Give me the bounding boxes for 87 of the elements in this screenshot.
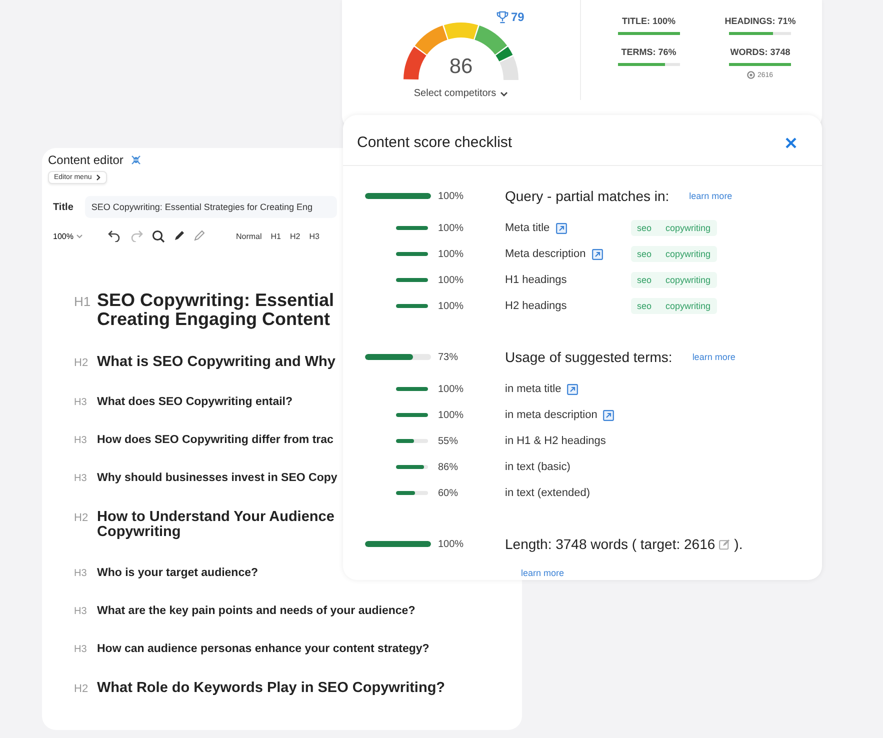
text-style-button[interactable]: Normal — [236, 232, 262, 240]
metric-label: HEADINGS: 71% — [724, 16, 796, 26]
heading-text: What does SEO Copywriting entail? — [97, 396, 293, 408]
keyword-tag: seo — [637, 301, 652, 311]
external-link-icon[interactable] — [567, 384, 578, 394]
percentage: 100% — [437, 300, 465, 312]
select-competitors-dropdown[interactable]: Select competitors — [412, 86, 510, 101]
keyword-tag: seo — [637, 223, 652, 233]
percentage: 100% — [437, 274, 465, 286]
pen-icon[interactable] — [174, 230, 185, 242]
text-style-button[interactable]: H1 — [270, 232, 282, 240]
percentage: 86% — [437, 462, 460, 472]
text-style-button[interactable]: H2 — [290, 232, 300, 240]
heading-level-tag: H2 — [74, 512, 91, 524]
checklist-item-label: in text (extended) — [505, 487, 590, 499]
checklist-item-label: in text (basic) — [505, 461, 570, 473]
percentage: 60% — [437, 488, 460, 498]
learn-more-link[interactable]: learn more — [692, 352, 736, 362]
heading-text: How can audience personas enhance your content strategy? — [97, 642, 430, 655]
heading-text: What Role do Keywords Play in SEO Copywriting? — [97, 680, 446, 696]
search-icon[interactable] — [152, 230, 165, 242]
heading-level-tag: H2 — [74, 356, 91, 369]
section-heading-end: ). — [734, 536, 743, 552]
heading-text: Who is your target audience? — [97, 566, 258, 579]
heading-text: Why should businesses invest in SEO Copy — [97, 472, 338, 484]
heading-level-tag: H3 — [74, 606, 91, 617]
heading-text: How does SEO Copywriting differ from trac — [97, 434, 334, 446]
heading-level-tag: H3 — [74, 473, 91, 484]
keyword-tag: seo — [637, 249, 652, 259]
percentage: 100% — [437, 538, 465, 550]
undo-icon[interactable] — [108, 230, 121, 242]
checklist-item-label: H2 headings — [505, 300, 567, 312]
keyword-tag: copywriting — [666, 249, 711, 259]
percentage: 100% — [437, 222, 465, 234]
collapse-icon[interactable] — [131, 155, 142, 165]
percentage: 73% — [437, 352, 460, 362]
text-style-button[interactable]: H3 — [309, 232, 320, 240]
external-link-icon[interactable] — [556, 222, 567, 234]
keyword-tag: seo — [637, 275, 652, 285]
checklist-item-label: in meta description — [505, 409, 598, 421]
checklist-item-label: H1 headings — [505, 274, 567, 286]
learn-more-link[interactable]: learn more — [689, 191, 732, 201]
editor-title: Content editor — [48, 153, 124, 167]
percentage: 55% — [437, 436, 460, 446]
heading-level-tag: H3 — [74, 644, 91, 655]
section-heading: Query - partial matches in: — [505, 188, 670, 204]
trophy-icon — [496, 10, 509, 24]
percentage: 100% — [437, 384, 465, 394]
heading-text: How to Understand Your Audience Copywriting — [97, 510, 334, 541]
keyword-tag: copywriting — [666, 275, 711, 285]
section-heading: Usage of suggested terms: — [505, 349, 672, 365]
keyword-tag: copywriting — [666, 223, 711, 233]
close-icon[interactable] — [785, 136, 797, 148]
chevron-down-icon — [500, 90, 508, 96]
learn-more-link[interactable]: learn more — [521, 568, 564, 578]
heading-level-tag: H3 — [74, 397, 91, 408]
percentage: 100% — [437, 190, 465, 202]
metric-label: TERMS: 76% — [621, 47, 676, 57]
checklist-item-label: Meta title — [505, 222, 550, 234]
competitor-score: 79 — [511, 10, 524, 24]
metric-label: WORDS: 3748 — [730, 47, 790, 57]
heading-text: What are the key pain points and needs of your audience? — [97, 604, 416, 617]
checklist-item-label: in meta title — [505, 383, 562, 395]
heading-level-tag: H1 — [74, 294, 91, 309]
heading-level-tag: H3 — [74, 435, 91, 446]
chevron-down-icon — [76, 234, 84, 238]
keyword-tag: copywriting — [666, 301, 711, 311]
external-link-icon[interactable] — [603, 410, 614, 420]
panel-title: Content score checklist — [357, 134, 512, 151]
target-icon — [747, 71, 756, 79]
percentage: 100% — [437, 248, 465, 260]
heading-text: SEO Copywriting: Essential Creating Engaging Content — [97, 291, 334, 329]
edit-icon[interactable] — [719, 538, 730, 550]
chevron-right-icon — [96, 174, 101, 181]
checklist-item-label: Meta description — [505, 248, 586, 260]
section-heading: Length: 3748 words ( target: 2616 — [505, 536, 716, 552]
heading-level-tag: H3 — [74, 568, 91, 579]
metric-label: TITLE: 100% — [622, 16, 676, 26]
score-value: 86 — [448, 55, 474, 79]
percentage: 100% — [437, 410, 465, 420]
heading-text: What is SEO Copywriting and Why — [97, 354, 336, 370]
title-field[interactable]: SEO Copywriting: Essential Strategies for Creating Eng — [85, 196, 338, 218]
external-link-icon[interactable] — [592, 248, 603, 260]
title-label: Title — [53, 202, 74, 212]
heading-level-tag: H2 — [74, 682, 91, 695]
checklist-item-label: in H1 & H2 headings — [505, 435, 606, 447]
zoom-dropdown[interactable]: 100% — [53, 232, 108, 240]
